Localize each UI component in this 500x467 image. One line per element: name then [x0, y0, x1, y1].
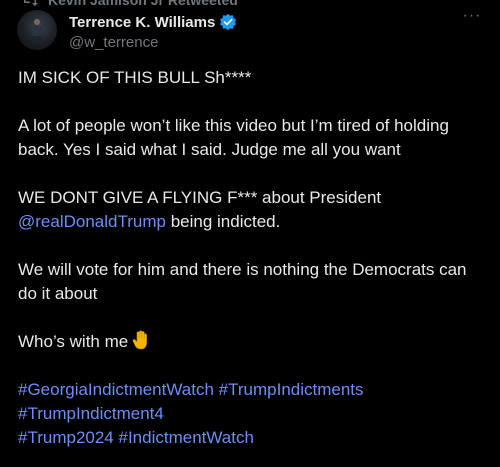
more-options-icon[interactable]: ··· [460, 8, 484, 24]
hashtag-link[interactable]: #Trump2024 [18, 428, 114, 447]
author-name-row: Terrence K. Williams [69, 13, 237, 31]
mention-link[interactable]: @realDonaldTrump [18, 212, 166, 231]
verified-badge-icon [220, 13, 237, 31]
avatar-figure [29, 19, 45, 44]
tweet-line-5-text: Who’s with me [18, 332, 129, 351]
raised-hand-emoji [132, 330, 148, 350]
tweet-line-3a: WE DONT GIVE A FLYING F*** about Preside… [18, 188, 382, 207]
retweet-indicator[interactable]: Kevin Jamison Jr Retweeted [22, 0, 238, 9]
hashtag-link[interactable]: #GeorgiaIndictmentWatch [18, 380, 214, 399]
tweet-text: IM SICK OF THIS BULL Sh**** A lot of peo… [18, 66, 488, 450]
hashtag-block: #GeorgiaIndictmentWatch #TrumpIndictment… [18, 378, 488, 450]
hashtag-link[interactable]: #IndictmentWatch [119, 428, 254, 447]
hashtag-link[interactable]: #TrumpIndictments [219, 380, 364, 399]
author-display-name[interactable]: Terrence K. Williams [69, 14, 215, 31]
tweet-line-1: IM SICK OF THIS BULL Sh**** [18, 68, 252, 87]
tweet-line-2: A lot of people won’t like this video bu… [18, 116, 449, 159]
hashtag-link[interactable]: #TrumpIndictment4 [18, 404, 164, 423]
retweet-icon [24, 0, 38, 6]
author-handle[interactable]: @w_terrence [69, 34, 158, 51]
tweet-line-3b: being indicted. [165, 212, 281, 231]
tweet-line-5: Who’s with me [18, 330, 488, 354]
tweet-line-4: We will vote for him and there is nothin… [18, 260, 467, 303]
avatar[interactable] [17, 10, 57, 50]
retweet-label: Kevin Jamison Jr Retweeted [48, 0, 238, 8]
tweet-line-3: WE DONT GIVE A FLYING F*** about Preside… [18, 186, 488, 234]
tweet-card[interactable]: Kevin Jamison Jr Retweeted Terrence K. W… [0, 0, 500, 467]
